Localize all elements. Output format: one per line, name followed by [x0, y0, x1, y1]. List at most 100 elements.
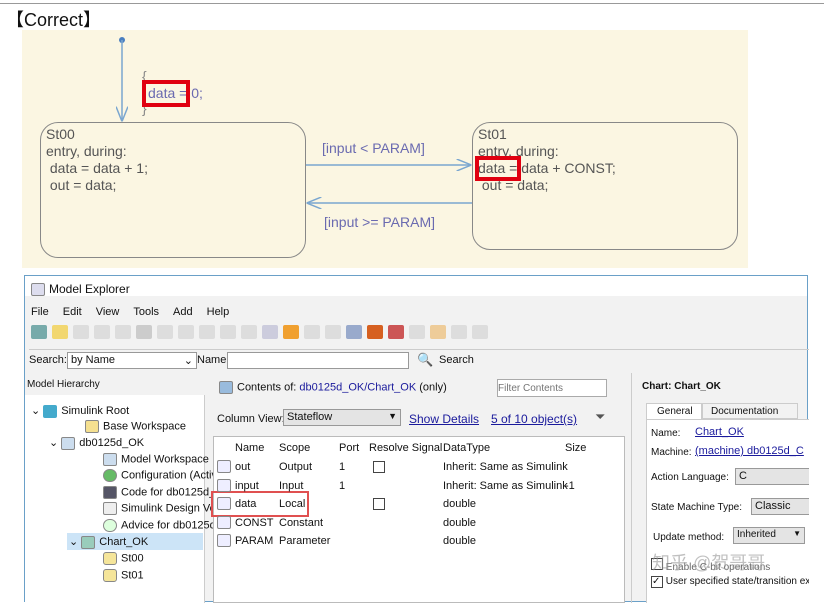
title-bar: Model Explorer — [25, 276, 807, 297]
state-st01[interactable]: St01 entry, during: data = data + CONST;… — [472, 122, 738, 250]
table-row[interactable]: out Output 1 Inherit: Same as Simulink — [215, 459, 595, 477]
dropdown-arrow-icon: ▼ — [793, 529, 801, 538]
new-icon[interactable] — [31, 325, 47, 339]
machine-link[interactable]: (machine) db0125d_C — [695, 445, 804, 457]
search-by-select[interactable]: by Name ⌄ — [67, 352, 197, 369]
column-header[interactable]: Name — [235, 442, 264, 454]
column-header[interactable]: Resolve Signal — [369, 442, 442, 454]
data-icon — [217, 460, 231, 473]
column-view-select[interactable]: Stateflow ▼ — [283, 409, 401, 426]
chart-name-link[interactable]: Chart_OK — [695, 426, 744, 438]
filter-contents-input[interactable] — [497, 379, 607, 397]
cell-size: -1 — [565, 479, 575, 492]
contents-header: Contents of: db0125d_OK/Chart_OK (only) — [219, 381, 447, 394]
tab-documentation[interactable]: Documentation — [702, 403, 798, 419]
menu-tools[interactable]: Tools — [133, 306, 159, 318]
search-button[interactable]: Search — [439, 354, 474, 366]
column-header[interactable]: Size — [565, 442, 586, 454]
tree-item-st00[interactable]: St00 — [103, 552, 144, 565]
state-line: out = data; — [46, 177, 117, 193]
table-row[interactable]: PARAM Parameter double — [215, 533, 595, 551]
delete-icon[interactable] — [136, 325, 152, 339]
report-icon[interactable] — [472, 325, 488, 339]
cell-type: Inherit: Same as Simulink — [443, 479, 568, 492]
column-header[interactable]: Scope — [279, 442, 310, 454]
object-count-link[interactable]: 5 of 10 object(s) — [491, 412, 577, 426]
user-specified-checkbox[interactable]: ✓ User specified state/transition ex — [651, 576, 809, 588]
event-icon[interactable] — [283, 325, 299, 339]
state-machine-type-select[interactable]: Classic — [751, 498, 809, 515]
cell-name: input — [235, 479, 259, 492]
open-folder-icon[interactable] — [52, 325, 68, 339]
tree-item-configuration[interactable]: Configuration (Active) — [103, 469, 227, 482]
tree-label: Chart_OK — [99, 536, 149, 548]
add-icon[interactable] — [220, 325, 236, 339]
watermark: 知乎 @贺哥哥 — [652, 553, 766, 573]
action-language-select[interactable]: C — [735, 468, 809, 485]
tree-label: Model Workspace — [121, 453, 209, 466]
resolve-signal-checkbox[interactable] — [373, 461, 385, 473]
copy-icon[interactable] — [94, 325, 110, 339]
state-line: entry, during: — [46, 143, 127, 159]
tree-item-chart-ok[interactable]: ⌄ Chart_OK — [67, 533, 203, 550]
search-bar: Search: by Name ⌄ Name: 🔍 Search — [29, 349, 809, 371]
data-icon — [217, 534, 231, 547]
cut-icon[interactable] — [73, 325, 89, 339]
show-details-link[interactable]: Show Details — [409, 412, 479, 426]
tree-label: Base Workspace — [103, 420, 186, 433]
chevron-down-icon: ⌄ — [183, 355, 193, 367]
tree-item-model[interactable]: ⌄ db0125d_OK — [49, 436, 144, 450]
paste-icon[interactable] — [115, 325, 131, 339]
tree-item-base-workspace[interactable]: Base Workspace — [85, 420, 186, 433]
column-header[interactable]: DataType — [443, 442, 490, 454]
data-icon[interactable] — [262, 325, 278, 339]
menu-add[interactable]: Add — [173, 306, 193, 318]
update-method-label: Update method: — [653, 532, 725, 543]
add-icon[interactable] — [178, 325, 194, 339]
state-st00[interactable]: St00 entry, during: data = data + 1; out… — [40, 122, 306, 258]
resolve-signal-checkbox[interactable] — [373, 498, 385, 510]
add-icon[interactable] — [241, 325, 257, 339]
workspace-icon — [85, 420, 99, 433]
tree-item-simulink-root[interactable]: ⌄ Simulink Root — [31, 404, 129, 418]
cell-scope: Input — [279, 479, 304, 492]
verifier-icon — [103, 502, 117, 515]
table-row[interactable]: data Local double — [215, 496, 595, 514]
cell-type: double — [443, 516, 477, 529]
update-method-value: Inherited — [737, 529, 776, 540]
window-title: Model Explorer — [49, 282, 130, 296]
add-icon[interactable] — [199, 325, 215, 339]
divider — [0, 3, 824, 4]
grid-icon[interactable] — [157, 325, 173, 339]
cell-scope: Output — [279, 461, 313, 473]
model-icon — [61, 436, 76, 450]
cell-type: double — [443, 498, 477, 510]
function-icon[interactable] — [304, 325, 320, 339]
filter-icon[interactable] — [409, 325, 425, 339]
name-input[interactable] — [227, 352, 409, 369]
columns-icon[interactable] — [346, 325, 362, 339]
contents-path[interactable]: db0125d_OK/Chart_OK — [299, 381, 416, 393]
matlab-icon[interactable] — [367, 325, 383, 339]
fx-icon[interactable] — [325, 325, 341, 339]
highlight-box — [475, 156, 521, 181]
state-name: St00 — [46, 126, 75, 142]
update-method-select[interactable]: Inherited ▼ — [733, 527, 805, 544]
tab-general[interactable]: General — [646, 403, 702, 419]
menu-help[interactable]: Help — [207, 306, 230, 318]
report-icon[interactable] — [451, 325, 467, 339]
table-row[interactable]: CONST Constant double — [215, 515, 595, 533]
menu-edit[interactable]: Edit — [63, 306, 82, 318]
tree-item-model-workspace[interactable]: Model Workspace — [103, 453, 209, 466]
data-icon — [217, 478, 231, 492]
simulink-root-icon — [43, 404, 58, 418]
column-header[interactable]: Port — [339, 442, 359, 454]
menu-file[interactable]: File — [31, 306, 49, 318]
report-icon[interactable] — [430, 325, 446, 339]
filter-icon[interactable]: ⏷ — [595, 409, 605, 425]
layout-icon[interactable] — [388, 325, 404, 339]
menu-view[interactable]: View — [96, 306, 120, 318]
table-row[interactable]: input Input 1 Inherit: Same as Simulink -1 — [215, 478, 595, 496]
search-icon[interactable]: 🔍 — [417, 352, 433, 368]
tree-item-st01[interactable]: St01 — [103, 569, 144, 582]
